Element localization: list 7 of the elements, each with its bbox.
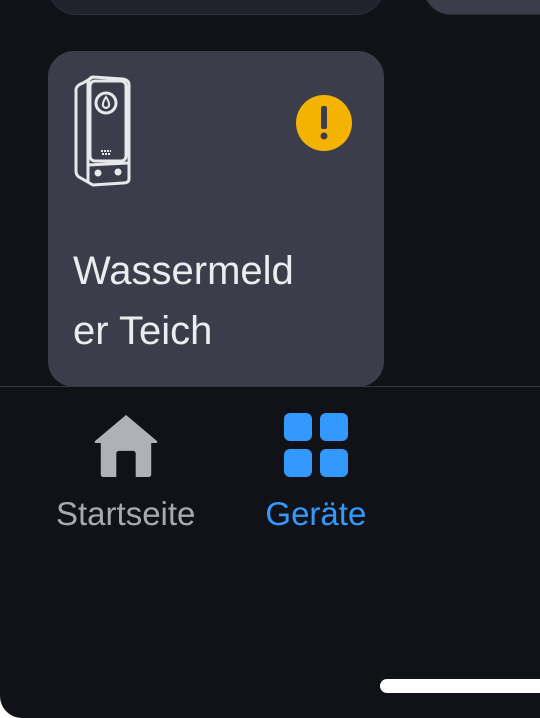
device-name: Wassermelder Teich [73,248,295,355]
grid-icon [284,413,348,477]
device-card[interactable]: Wassermelder Teich [48,51,384,387]
home-icon [94,413,158,477]
nav-tab[interactable]: Startseite [56,413,196,644]
water-sensor-icon [73,75,131,187]
nav-tab[interactable]: Geräte [265,413,366,644]
